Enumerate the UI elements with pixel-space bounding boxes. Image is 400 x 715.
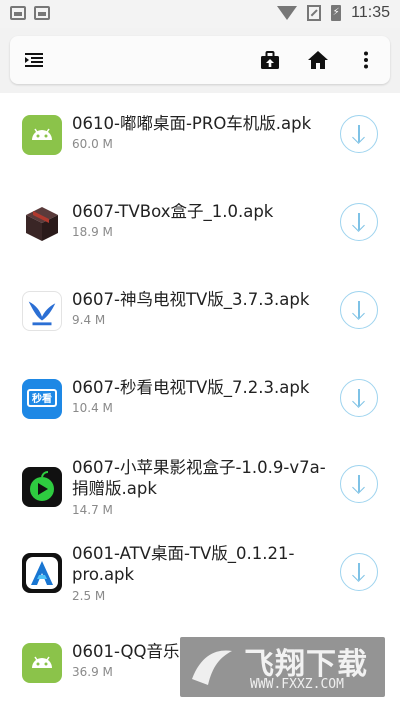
text-notification-icon	[34, 6, 50, 20]
download-button[interactable]	[340, 115, 378, 153]
status-time: 11:35	[351, 4, 390, 21]
menu-icon	[25, 53, 43, 67]
home-button[interactable]	[298, 36, 338, 84]
file-size: 2.5 M	[72, 589, 106, 603]
file-name: 0607-小苹果影视盒子-1.0.9-v7a-捐赠版.apk	[72, 458, 326, 498]
watermark-url: WWW.FXXZ.COM	[250, 677, 344, 692]
list-item[interactable]: 0610-嘟嘟桌面-PRO车机版.apk 60.0 M	[0, 107, 400, 187]
home-icon	[308, 51, 328, 69]
box-icon	[22, 203, 62, 243]
toolbar-area	[0, 28, 400, 93]
battery-icon: ⚡	[331, 5, 342, 21]
list-item[interactable]: 0607-TVBox盒子_1.0.apk 18.9 M	[0, 195, 400, 275]
file-size: 18.9 M	[72, 225, 113, 239]
status-bar: ⚡ 11:35	[0, 0, 400, 28]
file-size: 36.9 M	[72, 665, 113, 679]
bird-icon	[22, 291, 62, 331]
wifi-icon	[277, 6, 298, 20]
no-sim-icon	[307, 5, 322, 21]
file-name: 0607-神鸟电视TV版_3.7.3.apk	[72, 290, 310, 309]
file-size: 60.0 M	[72, 137, 113, 151]
menu-button[interactable]	[14, 36, 54, 84]
file-name: 0607-秒看电视TV版_7.2.3.apk	[72, 378, 310, 397]
list-item[interactable]: 秒看 0607-秒看电视TV版_7.2.3.apk 10.4 M	[0, 371, 400, 451]
download-button[interactable]	[340, 553, 378, 591]
download-button[interactable]	[340, 465, 378, 503]
download-button[interactable]	[340, 291, 378, 329]
image-notification-icon	[10, 6, 26, 20]
file-name: 0601-ATV桌面-TV版_0.1.21-pro.apk	[72, 544, 295, 584]
file-name: 0607-TVBox盒子_1.0.apk	[72, 202, 274, 221]
file-size: 14.7 M	[72, 503, 113, 517]
download-button[interactable]	[340, 203, 378, 241]
watermark: 飞翔下载 WWW.FXXZ.COM	[180, 637, 385, 697]
tv-icon: 秒看	[22, 379, 62, 419]
apple-play-icon	[22, 467, 62, 507]
upload-icon	[261, 51, 279, 69]
file-name: 0610-嘟嘟桌面-PRO车机版.apk	[72, 114, 312, 133]
more-vertical-icon	[364, 51, 368, 69]
file-size: 9.4 M	[72, 313, 106, 327]
file-size: 10.4 M	[72, 401, 113, 415]
list-item[interactable]: 0607-神鸟电视TV版_3.7.3.apk 9.4 M	[0, 283, 400, 363]
more-options-button[interactable]	[346, 36, 386, 84]
upload-button[interactable]	[250, 36, 290, 84]
list-item[interactable]: 0601-ATV桌面-TV版_0.1.21-pro.apk 2.5 M	[0, 544, 400, 649]
atv-icon	[22, 553, 62, 593]
android-icon	[22, 115, 62, 155]
android-icon	[22, 643, 62, 683]
download-button[interactable]	[340, 379, 378, 417]
watermark-logo-icon	[192, 650, 232, 685]
toolbar	[10, 36, 390, 84]
